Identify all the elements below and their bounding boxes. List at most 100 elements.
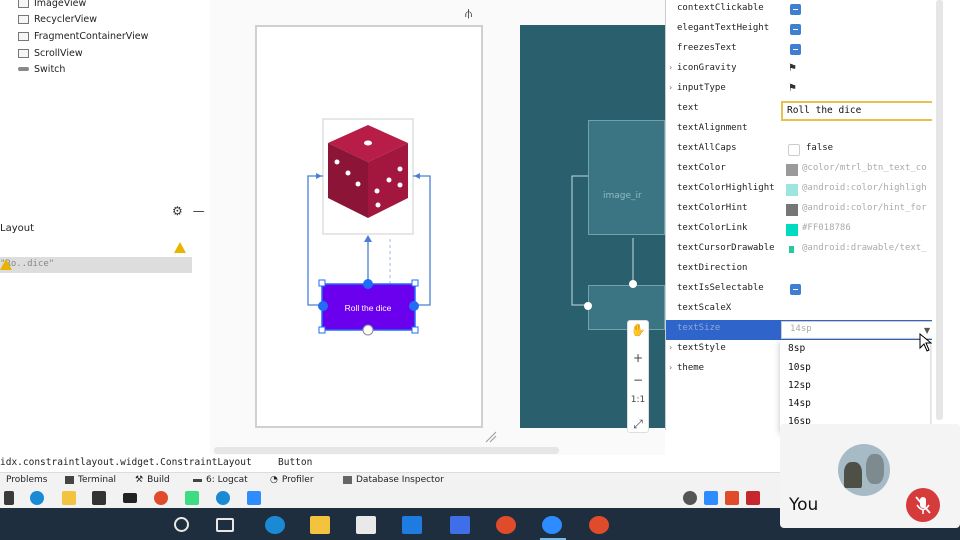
attr-row-eleganttextheight[interactable]: elegantTextHeight [666, 20, 951, 40]
resize-handle-icon[interactable] [484, 430, 498, 444]
attr-row-textcursordrawable[interactable]: textCursorDrawable @android:drawable/tex… [666, 240, 951, 260]
tab-profiler[interactable]: ◔ Profiler [270, 475, 314, 485]
attr-row-inputtype[interactable]: › inputType ⚑ [666, 80, 951, 100]
attr-name: text [677, 103, 699, 113]
zoom-out-button[interactable]: − [628, 373, 648, 387]
color-swatch[interactable] [786, 224, 798, 236]
store-icon[interactable] [92, 491, 106, 505]
bool-picker-icon[interactable] [790, 4, 801, 15]
tray-icon[interactable] [746, 491, 760, 505]
file-explorer-icon[interactable] [62, 491, 76, 505]
attr-name: textAllCaps [677, 143, 737, 153]
tab-label: 6: Logcat [206, 475, 248, 485]
dropdown-option[interactable]: 12sp [788, 380, 811, 391]
drawable-icon[interactable] [789, 246, 794, 253]
expand-arrow-icon[interactable]: › [669, 83, 672, 92]
mail-icon[interactable] [402, 516, 422, 534]
start-icon[interactable] [4, 491, 14, 505]
tab-logcat[interactable]: 6: Logcat [193, 475, 248, 485]
attr-name: textSize [677, 323, 721, 333]
store-icon[interactable] [356, 516, 376, 534]
edge-icon[interactable] [265, 516, 285, 534]
attr-name: textColor [677, 163, 726, 173]
attr-row-textalignment[interactable]: textAlignment ▼ [666, 120, 951, 140]
attr-row-textisselectable[interactable]: textIsSelectable [666, 280, 951, 300]
bool-picker-icon[interactable] [790, 24, 801, 35]
attr-value[interactable]: @android:color/highligh [802, 183, 952, 193]
attr-name: textColorLink [677, 223, 748, 233]
zoom-actual-size-button[interactable]: 1:1 [628, 395, 648, 405]
tab-database-inspector[interactable]: Database Inspector [343, 475, 444, 485]
attr-row-textallcaps[interactable]: textAllCaps false [666, 140, 951, 160]
attr-value[interactable]: @android:color/hint_for [802, 203, 952, 213]
chrome-icon[interactable] [496, 516, 516, 534]
bool-picker-icon[interactable] [790, 284, 801, 295]
attr-name: inputType [677, 83, 726, 93]
edge-icon[interactable] [30, 491, 44, 505]
mouse-cursor-icon [919, 333, 933, 352]
meeting-self-tile[interactable]: You [780, 424, 960, 528]
attr-row-textcolorhighlight[interactable]: textColorHighlight @android:color/highli… [666, 180, 951, 200]
attr-row-freezestext[interactable]: freezesText [666, 40, 951, 60]
attr-name: elegantTextHeight [677, 23, 770, 33]
attr-value[interactable]: @android:drawable/text_ [802, 243, 952, 253]
attr-name: textScaleX [677, 303, 732, 313]
file-explorer-icon[interactable] [310, 516, 330, 534]
mail-icon[interactable] [123, 493, 137, 503]
attr-row-icongravity[interactable]: › iconGravity ⚑ [666, 60, 951, 80]
attr-row-contextclickable[interactable]: contextClickable [666, 0, 951, 20]
teamviewer-icon[interactable] [542, 516, 562, 534]
horizontal-scrollbar[interactable] [214, 447, 559, 454]
logcat-icon [193, 478, 202, 482]
flag-icon[interactable]: ⚑ [788, 63, 797, 74]
attr-name: iconGravity [677, 63, 737, 73]
attr-name: theme [677, 363, 705, 373]
attributes-scrollbar[interactable] [932, 0, 950, 430]
textsize-input[interactable]: 14sp [781, 321, 939, 339]
dropdown-option[interactable]: 10sp [788, 362, 811, 373]
mic-muted-icon[interactable] [906, 488, 940, 522]
flag-icon[interactable]: ⚑ [788, 83, 797, 94]
zoom-fit-icon[interactable]: ⤢ [628, 417, 648, 432]
attr-name: contextClickable [677, 3, 764, 13]
office-icon[interactable] [725, 491, 739, 505]
dropdown-option[interactable]: 8sp [788, 343, 805, 354]
color-swatch[interactable] [786, 164, 798, 176]
task-view-icon[interactable] [216, 518, 234, 532]
textallcaps-checkbox[interactable] [788, 144, 800, 156]
tab-build[interactable]: ⚒ Build [135, 475, 170, 485]
chrome-icon[interactable] [154, 491, 168, 505]
attr-value[interactable]: @color/mtrl_btn_text_co [802, 163, 952, 173]
tray-icon[interactable] [683, 491, 697, 505]
tab-label: Problems [6, 475, 48, 485]
edge-icon[interactable] [216, 491, 230, 505]
expand-arrow-icon[interactable]: › [669, 343, 672, 352]
attr-row-textscalex[interactable]: textScaleX [666, 300, 951, 320]
attr-row-textdirection[interactable]: textDirection ▼ [666, 260, 951, 280]
start-circle-icon[interactable] [174, 517, 189, 532]
bool-picker-icon[interactable] [790, 44, 801, 55]
color-swatch[interactable] [786, 204, 798, 216]
wps-icon[interactable] [450, 516, 470, 534]
zoom-in-button[interactable]: + [628, 351, 648, 365]
dropdown-option[interactable]: 14sp [788, 398, 811, 409]
text-value-input[interactable]: Roll the dice [781, 101, 940, 121]
expand-arrow-icon[interactable]: › [669, 63, 672, 72]
android-studio-icon[interactable] [185, 491, 199, 505]
breadcrumb-child[interactable]: Button [278, 457, 312, 468]
color-swatch[interactable] [786, 184, 798, 196]
attr-row-textcolor[interactable]: textColor @color/mtrl_btn_text_co [666, 160, 951, 180]
expand-arrow-icon[interactable]: › [669, 363, 672, 372]
tab-problems[interactable]: Problems [6, 475, 47, 485]
textsize-dropdown: 8sp 10sp 12sp 14sp 16sp [780, 340, 930, 432]
tab-terminal[interactable]: Terminal [65, 475, 116, 485]
attr-row-textcolorlink[interactable]: textColorLink #FF018786 [666, 220, 951, 240]
teamviewer-icon[interactable] [247, 491, 261, 505]
attr-row-textcolorhint[interactable]: textColorHint @android:color/hint_for [666, 200, 951, 220]
tray-icon[interactable] [704, 491, 718, 505]
chrome-icon[interactable] [589, 516, 609, 534]
breadcrumb-parent[interactable]: idx.constraintlayout.widget.ConstraintLa… [0, 457, 252, 468]
attr-name: textDirection [677, 263, 748, 273]
pan-icon[interactable]: ✋ [628, 323, 648, 337]
attr-value[interactable]: #FF018786 [802, 223, 952, 233]
